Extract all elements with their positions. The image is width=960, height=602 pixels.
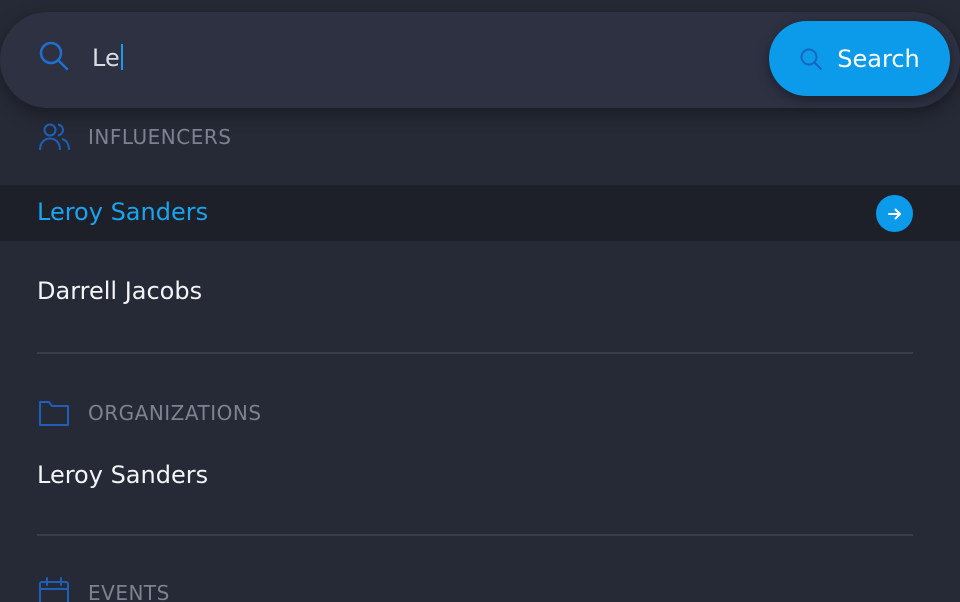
result-row[interactable]: Leroy Sanders xyxy=(0,448,960,504)
result-row[interactable]: Darrell Jacobs xyxy=(0,264,960,320)
search-results-page: Le Search INFLUENCERS Leroy Sanders Darr… xyxy=(0,0,960,602)
search-input[interactable]: Le xyxy=(92,42,692,74)
search-button[interactable]: Search xyxy=(769,21,950,96)
section-label: INFLUENCERS xyxy=(88,125,232,149)
result-label: Darrell Jacobs xyxy=(37,277,203,305)
calendar-icon xyxy=(37,576,71,602)
section-divider xyxy=(37,534,913,536)
go-arrow-button[interactable] xyxy=(876,195,913,232)
text-caret xyxy=(120,44,123,70)
arrow-right-icon xyxy=(887,208,901,219)
result-row[interactable]: Leroy Sanders xyxy=(0,185,960,241)
section-header-organizations: ORGANIZATIONS xyxy=(37,396,262,430)
section-label: ORGANIZATIONS xyxy=(88,401,262,425)
search-button-label: Search xyxy=(837,44,920,73)
search-icon xyxy=(799,47,823,71)
section-header-events: EVENTS xyxy=(37,576,170,602)
result-label: Leroy Sanders xyxy=(37,461,209,489)
search-icon xyxy=(38,40,70,72)
result-label: Leroy Sanders xyxy=(37,198,209,226)
section-label: EVENTS xyxy=(88,581,170,602)
section-header-influencers: INFLUENCERS xyxy=(37,120,231,154)
users-icon xyxy=(37,120,71,154)
folder-icon xyxy=(37,396,71,430)
section-divider xyxy=(37,352,913,354)
search-input-value: Le xyxy=(92,44,120,72)
search-bar: Le Search xyxy=(0,12,960,108)
